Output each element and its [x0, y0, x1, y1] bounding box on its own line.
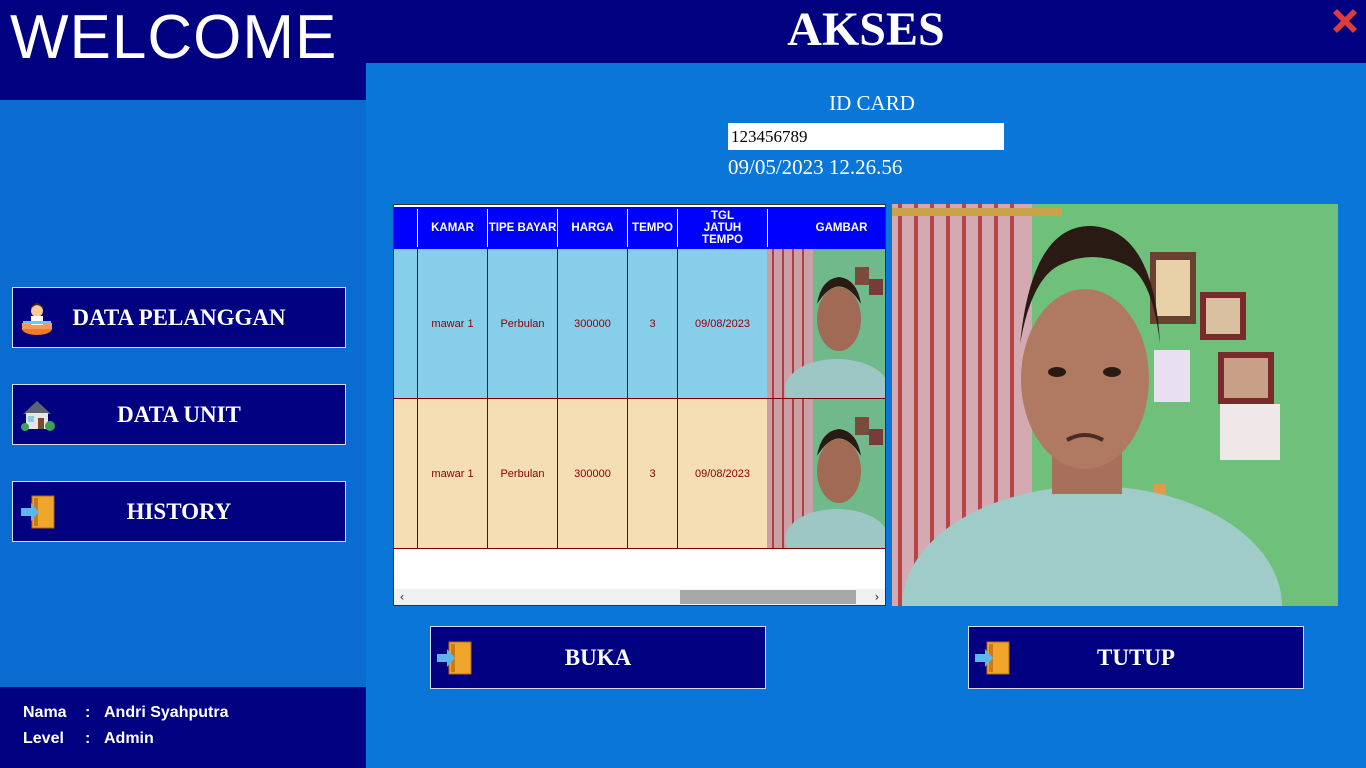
- buka-label: BUKA: [564, 644, 632, 670]
- cell-tipe-bayar[interactable]: Perbulan: [488, 399, 558, 548]
- row-header[interactable]: [394, 399, 418, 548]
- idcard-label: ID CARD: [829, 91, 915, 115]
- col-tempo[interactable]: TEMPO: [628, 209, 678, 247]
- level-separator: :: [85, 730, 91, 747]
- level-value: Admin: [104, 730, 154, 747]
- col-harga[interactable]: HARGA: [558, 209, 628, 247]
- cell-kamar[interactable]: mawar 1: [418, 399, 488, 548]
- cell-harga[interactable]: 300000: [558, 249, 628, 398]
- name-separator: :: [85, 704, 91, 721]
- cell-tempo[interactable]: 3: [628, 399, 678, 548]
- cell-tgl-jatuh-tempo[interactable]: 09/08/2023: [678, 249, 768, 398]
- cell-tgl-jatuh-tempo[interactable]: 09/08/2023: [678, 399, 768, 548]
- access-table[interactable]: KAMAR TIPE BAYAR HARGA TEMPO TGL JATUH T…: [393, 204, 886, 606]
- col-tipe-bayar[interactable]: TIPE BAYAR: [488, 209, 558, 247]
- col-kamar[interactable]: KAMAR: [418, 209, 488, 247]
- camera-photo: [892, 204, 1338, 606]
- welcome-title: WELCOME: [10, 3, 338, 72]
- data-pelanggan-label: DATA PELANGGAN: [72, 304, 286, 330]
- history-button[interactable]: HISTORY: [12, 481, 346, 542]
- cell-harga[interactable]: 300000: [558, 399, 628, 548]
- row-header-corner: [394, 209, 418, 247]
- cell-gambar-thumbnail[interactable]: [767, 249, 886, 398]
- close-x-icon[interactable]: [1328, 4, 1362, 38]
- scroll-right-icon[interactable]: ›: [869, 589, 885, 605]
- user-info: Nama : Andri Syahputra Level : Admin: [0, 687, 366, 768]
- horizontal-scrollbar[interactable]: ‹ ›: [394, 589, 885, 605]
- table-header: KAMAR TIPE BAYAR HARGA TEMPO TGL JATUH T…: [394, 207, 885, 249]
- data-unit-button[interactable]: DATA UNIT: [12, 384, 346, 445]
- data-pelanggan-button[interactable]: DATA PELANGGAN: [12, 287, 346, 348]
- col-gambar[interactable]: GAMBAR: [768, 209, 885, 247]
- scrollbar-thumb[interactable]: [680, 590, 856, 604]
- cell-tipe-bayar[interactable]: Perbulan: [488, 249, 558, 398]
- name-value: Andri Syahputra: [104, 704, 229, 721]
- cell-gambar-thumbnail[interactable]: [767, 399, 886, 548]
- cell-tempo[interactable]: 3: [628, 249, 678, 398]
- buka-button[interactable]: BUKA: [430, 626, 766, 689]
- scroll-left-icon[interactable]: ‹: [394, 589, 410, 605]
- col-tgl-jatuh-tempo[interactable]: TGL JATUH TEMPO: [678, 209, 768, 247]
- cell-kamar[interactable]: mawar 1: [418, 249, 488, 398]
- name-label: Nama: [23, 704, 67, 721]
- history-label: HISTORY: [126, 498, 232, 524]
- row-header[interactable]: [394, 249, 418, 398]
- welcome-banner: WELCOME: [0, 0, 366, 100]
- table-row[interactable]: mawar 1 Perbulan 300000 3 09/08/2023: [394, 249, 885, 399]
- datetime-display: 09/05/2023 12.26.56: [728, 155, 903, 179]
- tutup-button[interactable]: TUTUP: [968, 626, 1304, 689]
- header: AKSES: [366, 0, 1366, 63]
- idcard-input[interactable]: [728, 123, 1004, 150]
- data-unit-label: DATA UNIT: [117, 401, 241, 427]
- level-label: Level: [23, 730, 64, 747]
- table-row[interactable]: mawar 1 Perbulan 300000 3 09/08/2023: [394, 399, 885, 549]
- tutup-label: TUTUP: [1097, 644, 1175, 670]
- page-title: AKSES: [787, 3, 945, 56]
- sidebar: WELCOME DATA PELANGGAN DATA UNIT HISTORY…: [0, 0, 366, 768]
